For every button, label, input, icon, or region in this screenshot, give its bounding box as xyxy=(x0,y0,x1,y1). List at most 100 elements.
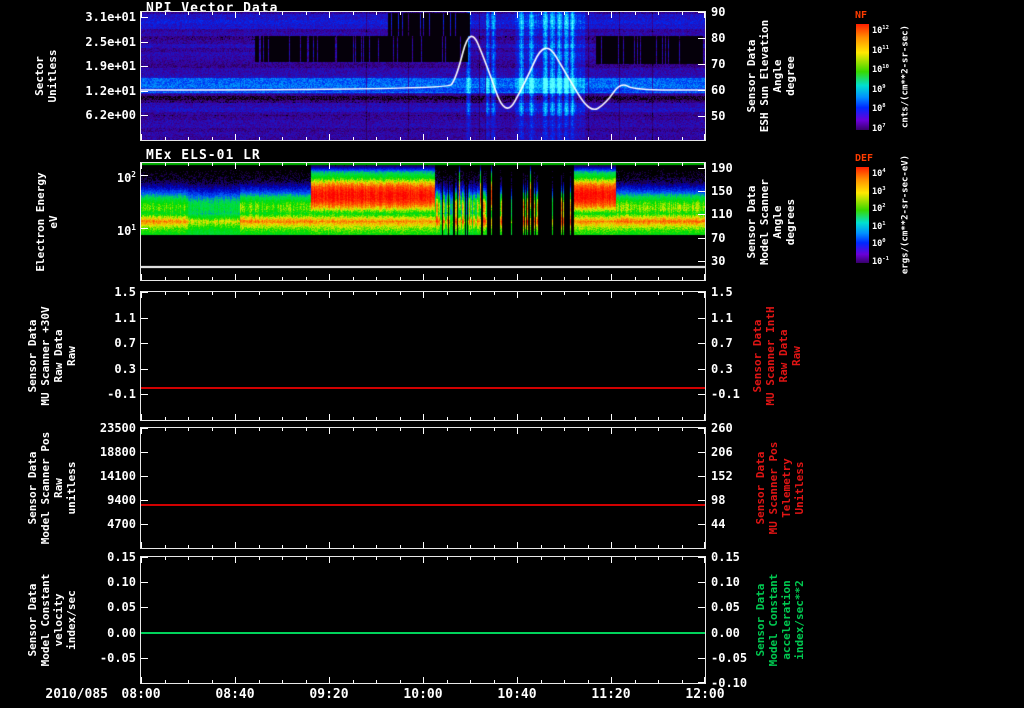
x-tickmark xyxy=(423,134,424,140)
y-tickmark xyxy=(141,658,148,659)
scanner-pos-line-panel xyxy=(140,427,706,549)
right-axis-title: Sensor Data Model Constant acceleration ind… xyxy=(754,540,806,700)
y-tickmark xyxy=(698,557,705,558)
x-tickmark xyxy=(400,163,401,166)
x-tickmark xyxy=(517,163,518,169)
x-tickmark xyxy=(259,557,260,560)
els-spectrogram-canvas xyxy=(141,163,705,280)
y-tickmark xyxy=(698,607,705,608)
x-tickmark xyxy=(704,274,705,280)
x-tickmark xyxy=(353,428,354,431)
x-tickmark xyxy=(682,417,683,420)
y-tickmark xyxy=(698,658,705,659)
y-tickmark xyxy=(141,228,148,229)
x-tickmark xyxy=(682,545,683,548)
x-tickmark xyxy=(494,417,495,420)
x-tickmark xyxy=(658,137,659,140)
els-colorbar xyxy=(856,167,869,263)
x-tickmark xyxy=(235,428,236,434)
x-tickmark xyxy=(376,163,377,166)
y-tickmark xyxy=(141,582,148,583)
x-tick-label: 10:00 xyxy=(403,687,443,702)
x-tickmark xyxy=(188,557,189,560)
x-tickmark xyxy=(400,292,401,295)
x-tick-label: 10:40 xyxy=(497,687,537,702)
data-trace xyxy=(141,387,705,389)
x-tickmark xyxy=(400,680,401,683)
y-tickmark xyxy=(698,261,705,262)
colorbar-tick-label: 1011 xyxy=(872,44,889,56)
x-tickmark xyxy=(588,137,589,140)
x-tickmark xyxy=(588,545,589,548)
x-tickmark xyxy=(682,292,683,295)
x-tickmark xyxy=(400,428,401,431)
x-tickmark xyxy=(423,414,424,420)
y-tickmark xyxy=(141,607,148,608)
y-tickmark xyxy=(698,168,705,169)
colorbar-unit-label: cnts/(cm**2-sr-sec) xyxy=(901,0,912,156)
side-label-line: Sector xyxy=(33,56,46,96)
x-tickmark xyxy=(329,292,330,298)
x-tickmark xyxy=(212,557,213,560)
x-tickmark xyxy=(165,557,166,560)
x-tickmark xyxy=(635,292,636,295)
x-tickmark xyxy=(400,417,401,420)
x-tickmark xyxy=(635,12,636,15)
x-tickmark xyxy=(447,163,448,166)
side-label-line: ergs/(cm**2-sr-sec-eV) xyxy=(900,154,911,274)
x-tickmark xyxy=(635,545,636,548)
side-label-line: Model Constant xyxy=(767,573,780,667)
x-tickmark xyxy=(541,545,542,548)
x-tickmark xyxy=(635,137,636,140)
y-tickmark xyxy=(698,90,705,91)
x-tickmark xyxy=(376,545,377,548)
x-tickmark xyxy=(517,428,518,434)
side-label-line: Angle xyxy=(771,59,784,93)
x-tickmark xyxy=(494,428,495,431)
y-tickmark xyxy=(141,452,148,453)
x-tickmark xyxy=(541,137,542,140)
x-tickmark xyxy=(306,137,307,140)
x-tickmark xyxy=(517,292,518,298)
x-tickmark xyxy=(494,557,495,560)
x-tickmark xyxy=(259,545,260,548)
x-tickmark xyxy=(188,12,189,15)
x-tickmark xyxy=(259,12,260,15)
x-tickmark xyxy=(588,680,589,683)
x-tickmark xyxy=(188,417,189,420)
x-tickmark xyxy=(212,292,213,295)
x-tickmark xyxy=(541,680,542,683)
side-label-line: cnts/(cm**2-sr-sec) xyxy=(900,24,911,128)
x-tickmark xyxy=(541,277,542,280)
npi-spectrogram-canvas xyxy=(141,12,705,140)
x-tick-label: 11:20 xyxy=(591,687,631,702)
x-tickmark xyxy=(682,137,683,140)
y-tickmark xyxy=(698,428,705,429)
x-tickmark xyxy=(353,680,354,683)
side-label-line: velocity xyxy=(52,593,65,647)
exponent: 0 xyxy=(882,238,886,245)
x-tickmark xyxy=(188,545,189,548)
y-tickmark xyxy=(698,64,705,65)
y-tickmark xyxy=(698,12,705,13)
x-tickmark xyxy=(588,292,589,295)
x-tickmark xyxy=(165,545,166,548)
x-tickmark xyxy=(564,137,565,140)
exponent: 2 xyxy=(882,203,886,210)
x-tickmark xyxy=(658,163,659,166)
x-tickmark xyxy=(704,134,705,140)
x-tickmark xyxy=(141,677,142,683)
els-panel-title: MEx ELS-01 LR xyxy=(146,148,261,163)
x-tick-label: 08:40 xyxy=(215,687,255,702)
x-tickmark xyxy=(212,428,213,431)
colorbar-tick-label: 1012 xyxy=(872,25,889,36)
x-tickmark xyxy=(611,134,612,140)
x-tick-label: 12:00 xyxy=(685,687,725,702)
y-tickmark xyxy=(141,394,148,395)
x-tickmark xyxy=(212,137,213,140)
x-tickmark xyxy=(423,557,424,563)
y-tickmark xyxy=(698,318,705,319)
x-tickmark xyxy=(470,545,471,548)
x-tickmark xyxy=(588,428,589,431)
x-tickmark xyxy=(541,12,542,15)
